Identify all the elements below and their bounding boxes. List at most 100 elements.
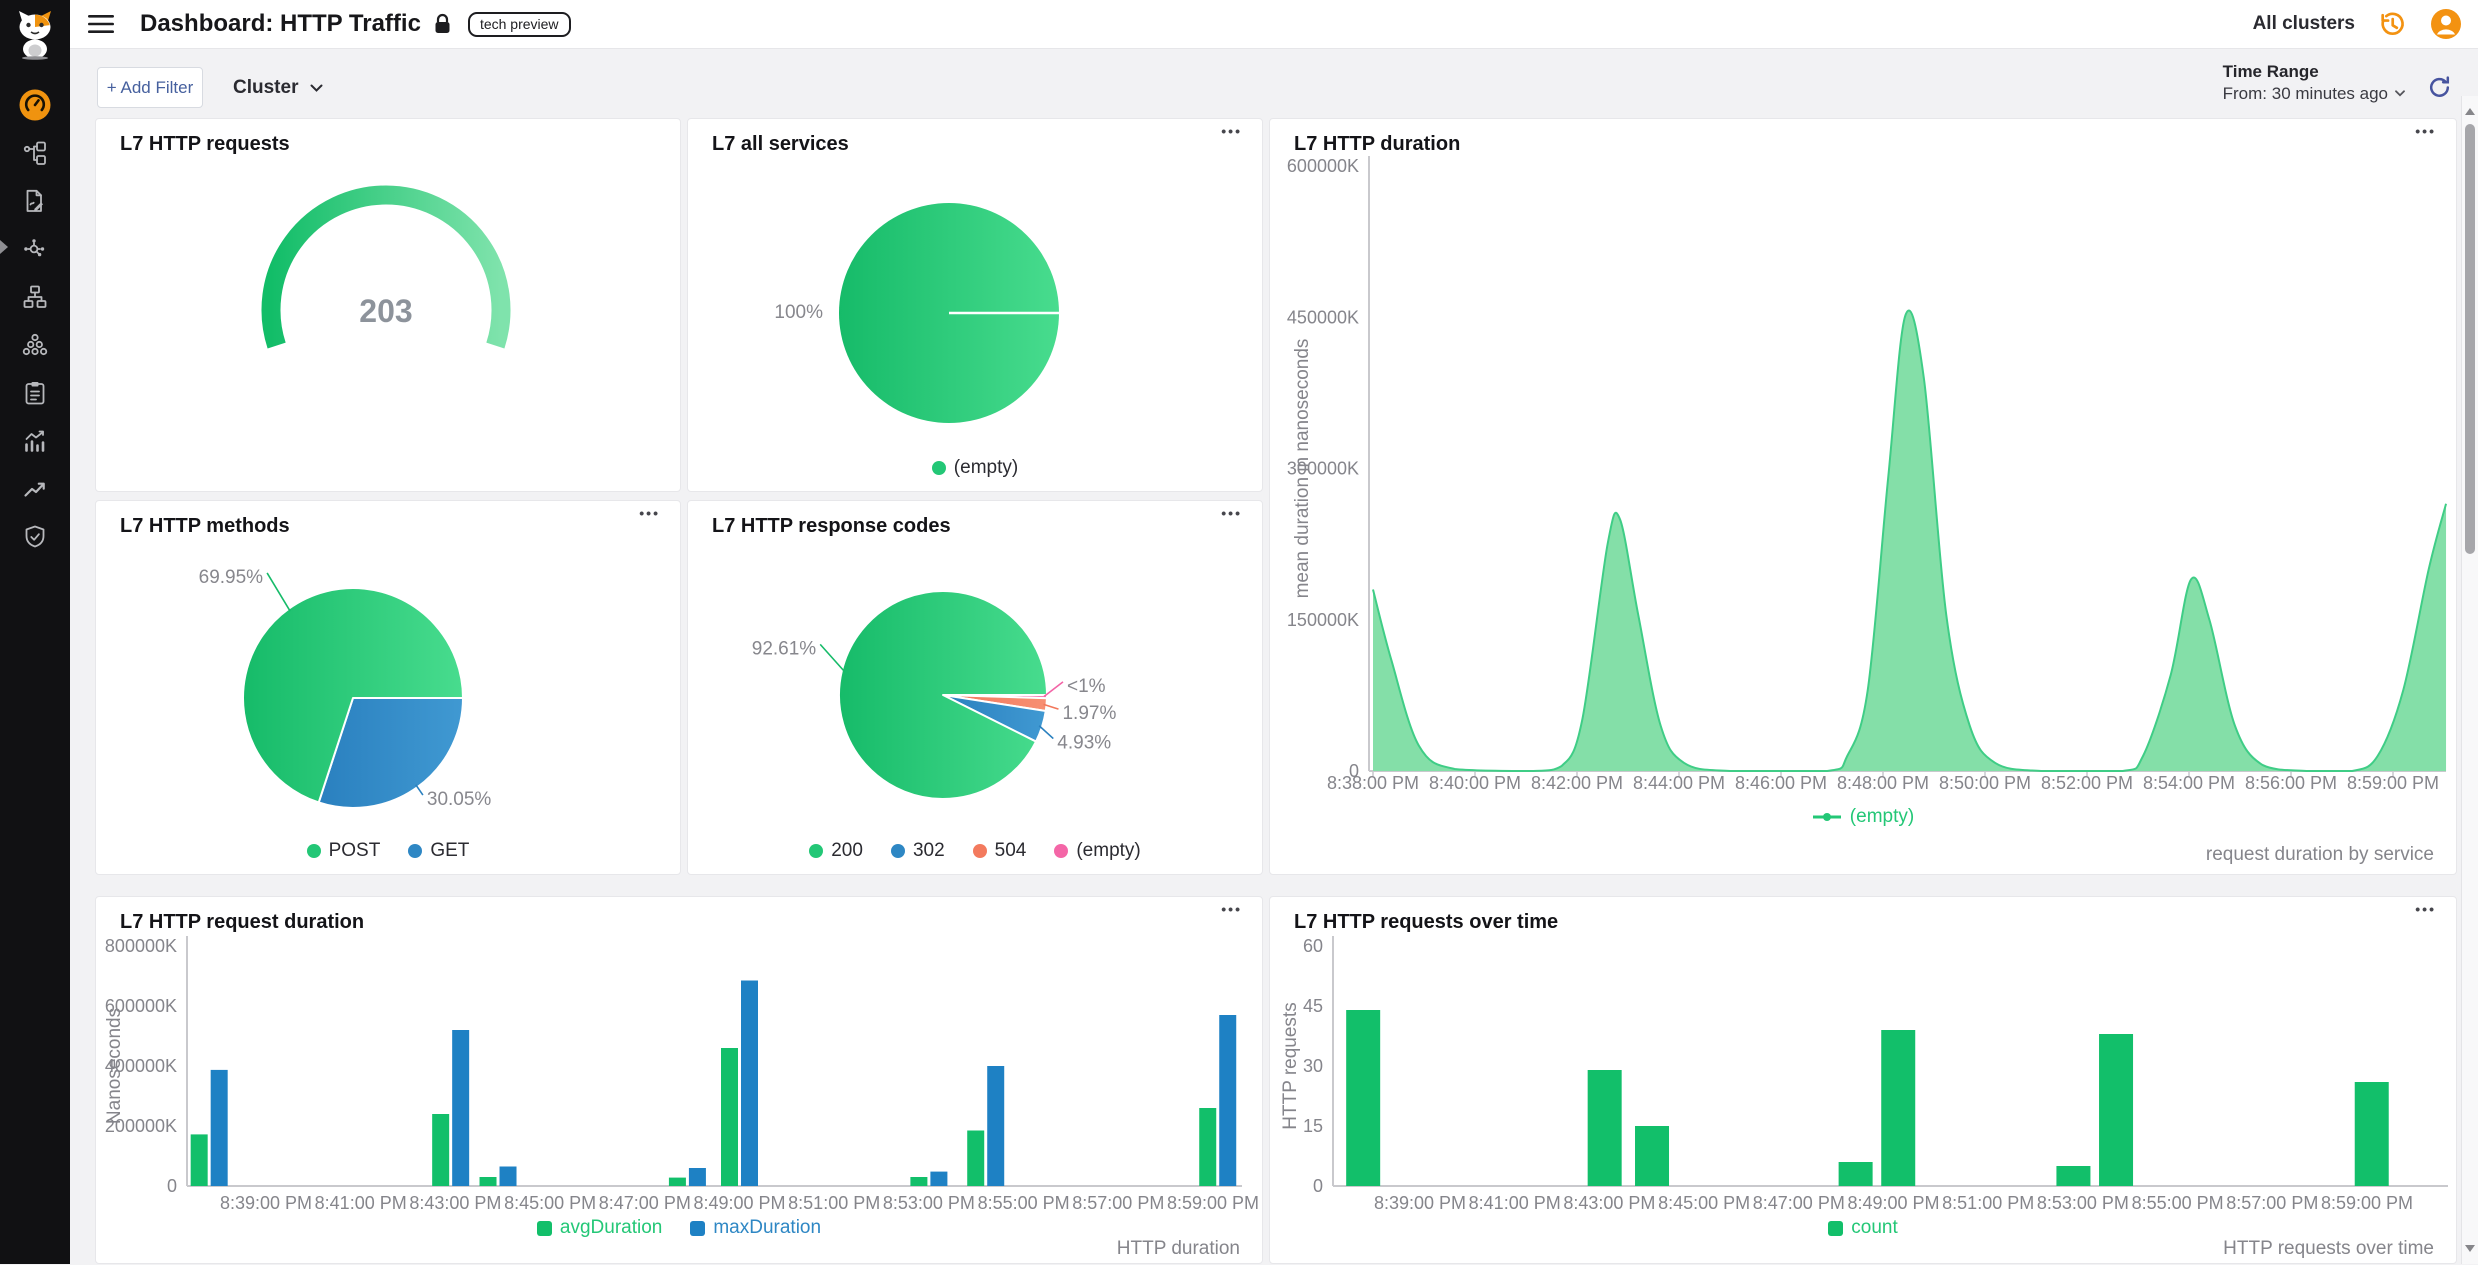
legend-label: (empty) <box>1076 840 1140 862</box>
refresh-icon[interactable] <box>2426 74 2453 101</box>
panel-l7-http-request-duration: L7 HTTP request duration ••• 0200000K400… <box>95 896 1263 1264</box>
sidebar-item-cluster-hierarchy[interactable] <box>12 273 58 321</box>
svg-text:1.97%: 1.97% <box>1062 703 1116 724</box>
svg-text:8:47:00 PM: 8:47:00 PM <box>1753 1193 1845 1213</box>
chart-legend: (empty) <box>688 457 1262 479</box>
svg-text:600000K: 600000K <box>1287 156 1359 176</box>
cluster-filter-label: Cluster <box>233 77 298 99</box>
panel-l7-http-duration: L7 HTTP duration ••• 0150000K300000K4500… <box>1269 118 2457 875</box>
svg-text:15: 15 <box>1303 1116 1323 1136</box>
sidebar-item-policy-checklist[interactable] <box>12 369 58 417</box>
panel-menu-icon[interactable]: ••• <box>2415 901 2436 917</box>
sidebar-item-service-map[interactable] <box>12 225 58 273</box>
legend-item-302[interactable]: 302 <box>891 840 945 862</box>
svg-text:45: 45 <box>1303 996 1323 1016</box>
chart-footer: request duration by service <box>2206 844 2434 866</box>
legend-marker-icon <box>1828 1221 1843 1236</box>
time-range-selector[interactable]: Time Range From: 30 minutes ago <box>2223 61 2405 105</box>
area-chart: 0150000K300000K450000K600000K8:38:00 PM8… <box>1270 119 2458 876</box>
security-shield-icon <box>22 524 48 550</box>
svg-text:8:49:00 PM: 8:49:00 PM <box>1847 1193 1939 1213</box>
svg-text:8:57:00 PM: 8:57:00 PM <box>2226 1193 2318 1213</box>
svg-text:8:39:00 PM: 8:39:00 PM <box>220 1193 312 1213</box>
legend-item-count[interactable]: count <box>1828 1217 1897 1239</box>
legend-item-504[interactable]: 504 <box>973 840 1027 862</box>
chevron-down-icon <box>310 84 323 92</box>
legend-item--empty-[interactable]: (empty) <box>1054 840 1140 862</box>
legend-label: 302 <box>913 840 945 862</box>
legend-item--empty-[interactable]: (empty) <box>932 457 1018 479</box>
panel-title: L7 HTTP response codes <box>712 515 951 538</box>
legend-marker-icon <box>891 844 905 858</box>
svg-text:8:43:00 PM: 8:43:00 PM <box>409 1193 501 1213</box>
legend-item-get[interactable]: GET <box>408 840 469 862</box>
legend-item-avgduration[interactable]: avgDuration <box>537 1217 662 1239</box>
panel-menu-icon[interactable]: ••• <box>1221 123 1242 139</box>
scrollbar-thumb[interactable] <box>2465 124 2475 554</box>
svg-text:<1%: <1% <box>1067 676 1106 697</box>
top-bar: Dashboard: HTTP Traffic tech preview All… <box>70 0 2478 49</box>
trends-icon <box>22 476 48 502</box>
pie-chart: 30.05%69.95% <box>96 501 682 876</box>
sidebar-item-network-map[interactable] <box>12 129 58 177</box>
sidebar-item-security[interactable] <box>12 513 58 561</box>
cluster-scope-selector[interactable]: All clusters <box>2253 13 2355 35</box>
panel-menu-icon[interactable]: ••• <box>1221 901 1242 917</box>
scroll-down-arrow[interactable] <box>2465 1245 2475 1257</box>
panel-title: L7 HTTP requests over time <box>1294 911 1558 934</box>
legend-item--empty-[interactable]: (empty) <box>1812 806 1914 828</box>
legend-marker-icon <box>537 1221 552 1236</box>
svg-text:8:47:00 PM: 8:47:00 PM <box>599 1193 691 1213</box>
panel-title: L7 HTTP requests <box>120 133 290 156</box>
sidebar-item-trends[interactable] <box>12 465 58 513</box>
chart-legend: 200 302 504 (empty) <box>688 840 1262 862</box>
legend-label: (empty) <box>1850 806 1914 828</box>
panel-title: L7 HTTP methods <box>120 515 290 538</box>
chart-legend: avgDuration maxDuration <box>96 1217 1262 1239</box>
panel-menu-icon[interactable]: ••• <box>639 505 660 521</box>
svg-text:8:53:00 PM: 8:53:00 PM <box>2037 1193 2129 1213</box>
svg-text:8:51:00 PM: 8:51:00 PM <box>788 1193 880 1213</box>
svg-text:0: 0 <box>1313 1176 1323 1196</box>
bar-chart: 0153045608:39:00 PM8:41:00 PM8:43:00 PM8… <box>1270 897 2458 1265</box>
svg-text:8:41:00 PM: 8:41:00 PM <box>1469 1193 1561 1213</box>
sidebar-item-workloads[interactable] <box>12 321 58 369</box>
tech-preview-badge: tech preview <box>468 12 571 37</box>
panel-title: L7 all services <box>712 133 849 156</box>
svg-text:0: 0 <box>167 1176 177 1196</box>
mascot-logo-icon[interactable] <box>11 8 59 65</box>
svg-text:8:57:00 PM: 8:57:00 PM <box>1072 1193 1164 1213</box>
sidebar-item-flow-logs[interactable] <box>12 177 58 225</box>
hamburger-menu-icon[interactable] <box>88 14 114 34</box>
legend-item-200[interactable]: 200 <box>809 840 863 862</box>
sidebar-item-dashboards[interactable] <box>12 81 58 129</box>
gauge-chart: 203 <box>96 119 682 493</box>
panel-menu-icon[interactable]: ••• <box>1221 505 1242 521</box>
legend-item-maxduration[interactable]: maxDuration <box>690 1217 821 1239</box>
svg-text:8:45:00 PM: 8:45:00 PM <box>504 1193 596 1213</box>
history-icon[interactable] <box>2377 9 2408 40</box>
svg-text:4.93%: 4.93% <box>1057 733 1111 754</box>
svg-text:8:55:00 PM: 8:55:00 PM <box>2132 1193 2224 1213</box>
svg-text:150000K: 150000K <box>1287 610 1359 630</box>
legend-marker-icon <box>1812 810 1842 824</box>
legend-marker-icon <box>1054 844 1068 858</box>
cluster-filter-dropdown[interactable]: Cluster <box>233 67 323 108</box>
service-map-icon <box>22 236 48 262</box>
sidebar-item-metrics[interactable] <box>12 417 58 465</box>
panel-title: L7 HTTP duration <box>1294 133 1460 156</box>
chart-legend: count <box>1270 1217 2456 1239</box>
panel-menu-icon[interactable]: ••• <box>2415 123 2436 139</box>
page-title: Dashboard: HTTP Traffic <box>140 10 421 38</box>
chart-legend: (empty) <box>1270 806 2456 828</box>
metrics-icon <box>22 428 48 454</box>
panel-title: L7 HTTP request duration <box>120 911 364 934</box>
legend-marker-icon <box>809 844 823 858</box>
scroll-up-arrow[interactable] <box>2465 103 2475 115</box>
add-filter-button[interactable]: + Add Filter <box>97 67 203 108</box>
vertical-scrollbar <box>2461 96 2478 1264</box>
svg-text:mean duration in nanoseconds: mean duration in nanoseconds <box>1292 339 1313 599</box>
legend-item-post[interactable]: POST <box>307 840 381 862</box>
user-avatar-icon[interactable] <box>2430 8 2462 40</box>
svg-text:Nanoseconds: Nanoseconds <box>104 1008 125 1124</box>
